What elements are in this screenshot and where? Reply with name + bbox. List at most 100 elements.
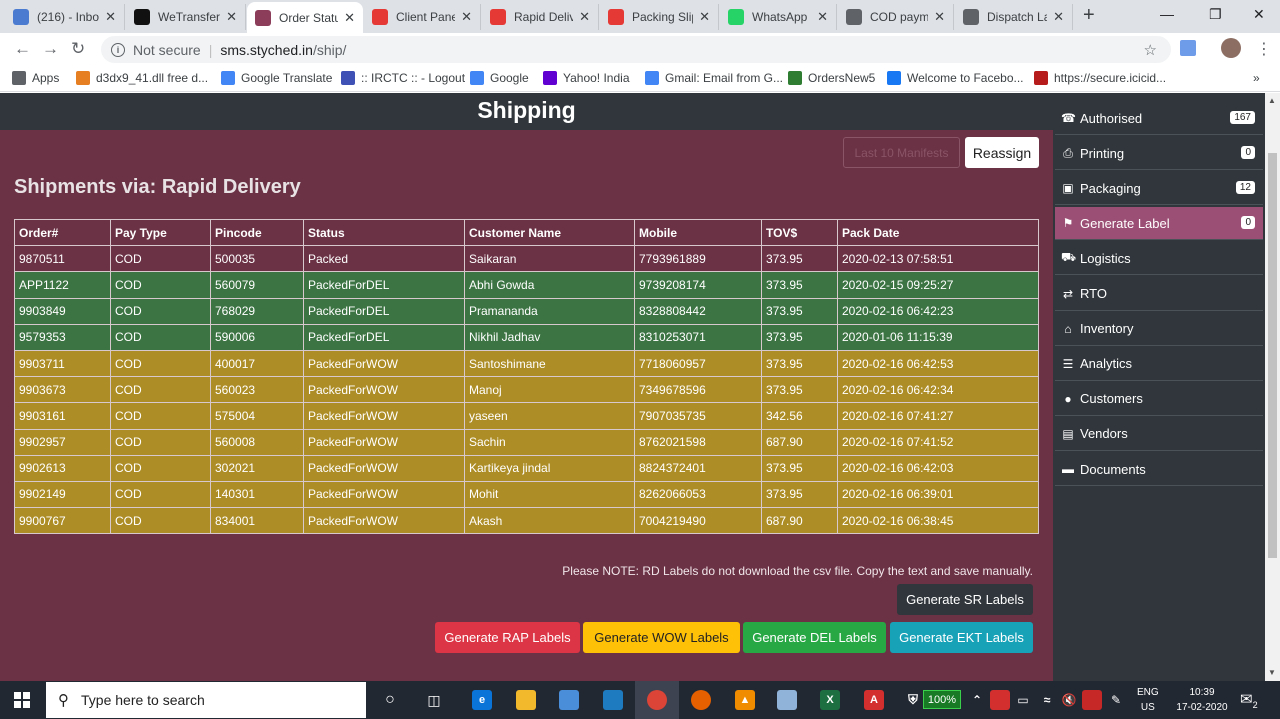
excel-icon[interactable]: X bbox=[820, 690, 840, 710]
firefox-icon[interactable] bbox=[691, 690, 711, 710]
close-tab-icon[interactable]: ✕ bbox=[344, 10, 355, 26]
wifi-icon[interactable]: ≈ bbox=[1037, 690, 1057, 710]
power-icon[interactable]: ▭ bbox=[1013, 690, 1033, 710]
browser-menu-icon[interactable]: ⋮ bbox=[1256, 39, 1272, 59]
bookmark-item[interactable]: Yahoo! India bbox=[543, 71, 630, 85]
battery-indicator[interactable]: 100% bbox=[923, 690, 961, 709]
new-tab-button[interactable]: + bbox=[1083, 4, 1095, 27]
address-bar[interactable]: i Not secure | sms.styched.in /ship/ ☆ bbox=[101, 36, 1171, 63]
sidebar-item-generate-label[interactable]: ⚑ Generate Label 0 bbox=[1055, 207, 1263, 241]
vlc-icon[interactable]: ▲ bbox=[735, 690, 755, 710]
sidebar-item-logistics[interactable]: ⛟ Logistics bbox=[1055, 242, 1263, 276]
sidebar-item-analytics[interactable]: ☰ Analytics bbox=[1055, 348, 1263, 381]
profile-avatar[interactable] bbox=[1221, 38, 1241, 58]
acrobat-tray-icon[interactable] bbox=[990, 690, 1010, 710]
table-row[interactable]: 9902149 COD 140301 PackedForWOW Mohit 8262066… bbox=[14, 480, 1039, 509]
show-hidden-icons[interactable]: ⌃ bbox=[967, 690, 987, 710]
notification-center-icon[interactable]: ✉2 bbox=[1240, 690, 1258, 710]
sidebar-item-authorised[interactable]: ☎ Authorised 167 bbox=[1055, 102, 1263, 135]
info-icon[interactable]: i bbox=[111, 42, 125, 57]
reload-button[interactable]: ↻ bbox=[71, 39, 85, 59]
bookmark-item[interactable]: d3dx9_41.dll free d... bbox=[76, 71, 208, 85]
table-row[interactable]: 9579353 COD 590006 PackedForDEL Nikhil Jadha… bbox=[14, 323, 1039, 351]
table-row[interactable]: 9903673 COD 560023 PackedForWOW Manoj 7349678… bbox=[14, 376, 1039, 404]
bookmark-item[interactable]: Google Translate bbox=[221, 71, 332, 85]
generate-ekt-labels-button[interactable]: Generate EKT Labels bbox=[890, 622, 1033, 653]
close-tab-icon[interactable]: ✕ bbox=[461, 9, 472, 25]
language-indicator[interactable]: ENG US bbox=[1137, 685, 1159, 715]
table-row[interactable]: 9903849 COD 768029 PackedForDEL Pramananda 83… bbox=[14, 297, 1039, 325]
cortana-icon[interactable]: ○ bbox=[380, 690, 400, 710]
generate-wow-labels-button[interactable]: Generate WOW Labels bbox=[583, 622, 740, 653]
close-tab-icon[interactable]: ✕ bbox=[934, 9, 945, 25]
browser-tab[interactable]: Rapid Delive ✕ bbox=[482, 4, 599, 30]
bookmark-item[interactable]: Gmail: Email from G... bbox=[645, 71, 783, 85]
chrome-icon[interactable] bbox=[647, 690, 667, 710]
maximize-button[interactable]: ❐ bbox=[1209, 6, 1222, 23]
generate-rap-labels-button[interactable]: Generate RAP Labels bbox=[435, 622, 580, 653]
close-tab-icon[interactable]: ✕ bbox=[226, 9, 237, 25]
windows-start-icon[interactable] bbox=[14, 692, 30, 708]
table-row[interactable]: 9870511 COD 500035 Packed Saikaran 7793961889… bbox=[14, 245, 1039, 273]
browser-tab[interactable]: Dispatch La ✕ bbox=[955, 4, 1073, 30]
bookmark-item[interactable]: Apps bbox=[12, 71, 59, 85]
task-view-icon[interactable]: ◫ bbox=[424, 690, 444, 710]
close-tab-icon[interactable]: ✕ bbox=[699, 9, 710, 25]
back-button[interactable]: ← bbox=[14, 39, 31, 59]
bookmark-item[interactable]: Google bbox=[470, 71, 529, 85]
scroll-up-icon[interactable]: ▲ bbox=[1268, 96, 1276, 105]
sidebar-item-documents[interactable]: ▬ Documents bbox=[1055, 453, 1263, 486]
scrollbar-thumb[interactable] bbox=[1268, 153, 1277, 558]
taskbar-search-box[interactable]: ⚲ Type here to search bbox=[46, 682, 366, 718]
table-row[interactable]: 9902957 COD 560008 PackedForWOW Sachin 876202… bbox=[14, 428, 1039, 456]
browser-tab[interactable]: Client Panel ✕ bbox=[364, 4, 481, 30]
table-row[interactable]: 9903161 COD 575004 PackedForWOW yaseen 790703… bbox=[14, 402, 1039, 430]
bookmark-item[interactable]: Welcome to Facebo... bbox=[887, 71, 1024, 85]
last-manifests-button[interactable]: Last 10 Manifests bbox=[843, 137, 960, 168]
browser-tab[interactable]: (216) - Inbo ✕ bbox=[5, 4, 125, 30]
close-tab-icon[interactable]: ✕ bbox=[105, 9, 116, 25]
sidebar-item-customers[interactable]: ● Customers bbox=[1055, 383, 1263, 416]
close-tab-icon[interactable]: ✕ bbox=[1053, 9, 1064, 25]
monitor-icon[interactable] bbox=[603, 690, 623, 710]
table-row[interactable]: 9903711 COD 400017 PackedForWOW Santoshimane… bbox=[14, 349, 1039, 378]
sidebar-item-packaging[interactable]: ▣ Packaging 12 bbox=[1055, 172, 1263, 206]
more-bookmarks-icon[interactable]: » bbox=[1253, 71, 1260, 85]
extension-icon[interactable] bbox=[1180, 40, 1196, 56]
system-clock[interactable]: 10:39 17-02-2020 bbox=[1172, 685, 1232, 715]
bookmark-item[interactable]: https://secure.icicid... bbox=[1034, 71, 1166, 85]
browser-tab[interactable]: Order Statu ✕ bbox=[247, 2, 363, 33]
pen-icon[interactable]: ✎ bbox=[1106, 690, 1126, 710]
table-row[interactable]: APP1122 COD 560079 PackedForDEL Abhi Gowda 97… bbox=[14, 271, 1039, 299]
store-icon[interactable] bbox=[559, 690, 579, 710]
edge-icon[interactable]: e bbox=[472, 690, 492, 710]
file-explorer-icon[interactable] bbox=[516, 690, 536, 710]
close-tab-icon[interactable]: ✕ bbox=[579, 9, 590, 25]
volume-muted-icon[interactable]: 🔇 bbox=[1059, 690, 1079, 710]
forward-button[interactable]: → bbox=[42, 39, 59, 59]
scroll-down-icon[interactable]: ▼ bbox=[1268, 668, 1276, 677]
browser-tab[interactable]: WeTransfer ✕ bbox=[126, 4, 246, 30]
notes-icon[interactable] bbox=[777, 690, 797, 710]
acrobat-icon[interactable]: A bbox=[864, 690, 884, 710]
browser-tab[interactable]: WhatsApp ✕ bbox=[720, 4, 837, 30]
bookmark-star-icon[interactable]: ☆ bbox=[1144, 41, 1157, 59]
sidebar-item-vendors[interactable]: ▤ Vendors bbox=[1055, 418, 1263, 451]
reassign-button[interactable]: Reassign bbox=[965, 137, 1039, 168]
table-row[interactable]: 9900767 COD 834001 PackedForWOW Akash 7004219… bbox=[14, 507, 1039, 535]
sidebar-item-printing[interactable]: ⎙ Printing 0 bbox=[1055, 137, 1263, 171]
close-tab-icon[interactable]: ✕ bbox=[817, 9, 828, 25]
page-scrollbar[interactable]: ▲ ▼ bbox=[1265, 93, 1280, 681]
browser-tab[interactable]: Packing Slip ✕ bbox=[600, 4, 719, 30]
close-window-button[interactable]: ✕ bbox=[1253, 6, 1265, 23]
security-shield-icon[interactable]: ⛨ bbox=[903, 690, 923, 710]
bookmark-item[interactable]: :: IRCTC :: - Logout bbox=[341, 71, 465, 85]
browser-tab[interactable]: COD payme ✕ bbox=[838, 4, 954, 30]
sidebar-item-rto[interactable]: ⇄ RTO bbox=[1055, 278, 1263, 311]
table-row[interactable]: 9902613 COD 302021 PackedForWOW Kartikeya ji… bbox=[14, 454, 1039, 482]
minimize-button[interactable]: — bbox=[1160, 6, 1174, 22]
bookmark-item[interactable]: OrdersNew5 bbox=[788, 71, 875, 85]
generate-sr-labels-button[interactable]: Generate SR Labels bbox=[897, 584, 1033, 615]
sidebar-item-inventory[interactable]: ⌂ Inventory bbox=[1055, 313, 1263, 346]
antivirus-icon[interactable] bbox=[1082, 690, 1102, 710]
